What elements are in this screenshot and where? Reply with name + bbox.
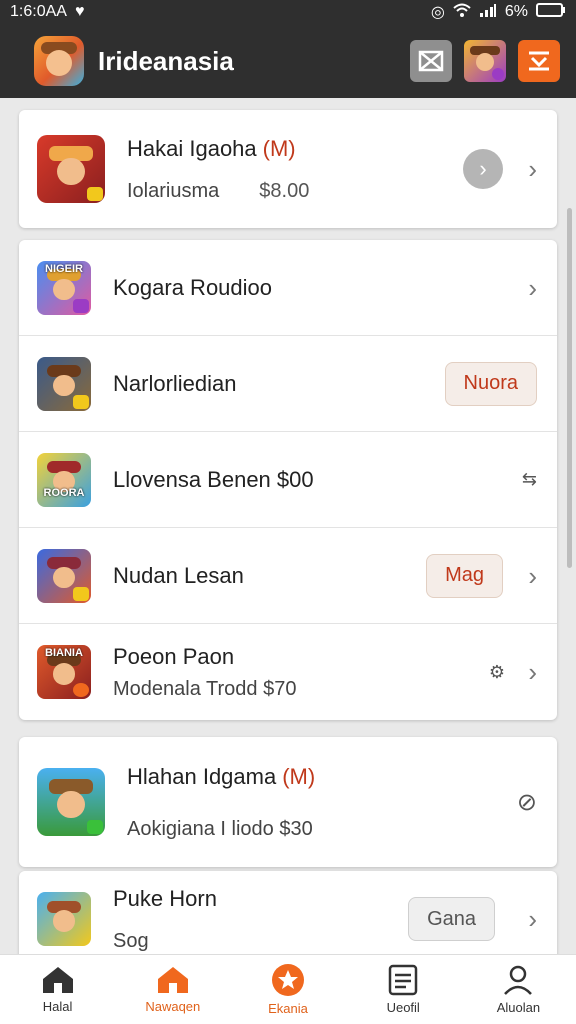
list-item[interactable]: NIGEIR Kogara Roudioo › [19,240,557,336]
heart-icon: ♥ [74,3,85,20]
game-thumbnail [37,892,91,946]
nav-item-halal[interactable]: Halal [0,955,115,1024]
item-title: Hlahan Idgama (M) [127,763,316,789]
nav-label: Ueofil [386,1000,420,1015]
app-logo [34,36,84,86]
app-title: Irideanasia [98,45,234,76]
block-icon[interactable]: ⊘ [517,788,537,817]
nav-item-aluolan[interactable]: Aluolan [461,955,576,1024]
chevron-right-icon[interactable]: › [528,659,537,685]
nav-label: Ekania [268,1001,308,1016]
share-icon[interactable]: ⇆ [522,469,537,490]
scrollbar[interactable] [567,208,572,568]
item-subtitle: Modenala Trodd $70 [113,677,297,700]
item-subtitle: Aokigiana I liodo $30 [127,817,313,840]
featured-card[interactable]: Hakai Igaoha (M) Iolariusma $8.00 › › [19,110,557,228]
item-title: Kogara Roudioo [113,274,273,300]
nav-label: Aluolan [496,1000,541,1015]
home-icon [157,967,188,993]
item-tag: (M) [282,763,316,789]
game-thumbnail [37,768,105,836]
chevron-right-icon[interactable]: › [528,275,537,301]
item-price: $8.00 [259,179,310,202]
open-button[interactable]: › [463,149,503,189]
chevron-right-icon[interactable]: › [528,156,537,182]
star-icon [272,964,304,996]
signal-icon [479,3,497,22]
alarm-icon: ◎ [430,4,445,21]
mail-icon [418,50,444,72]
game-thumbnail: BIANIA [37,645,91,699]
list-item[interactable]: Hakai Igaoha (M) Iolariusma $8.00 › › [19,110,557,228]
list-item[interactable]: Nudan Lesan Mag › [19,528,557,624]
item-title: Llovensa Benen $00 [113,466,314,492]
game-thumbnail: NIGEIR [37,260,91,315]
list-item[interactable]: BIANIA Poeon Paon Modenala Trodd $70 ⚙ › [19,624,557,720]
app-list: Hakai Igaoha (M) Iolariusma $8.00 › › NIGE… [0,98,576,954]
status-time: 1:6:0AA [10,3,67,20]
game-thumbnail: ROORA [37,452,91,507]
sort-icon [529,51,549,71]
list-item[interactable]: Puke Horn Sog Gana › [19,871,557,954]
nav-label: Nawaqen [145,999,201,1014]
menu-button[interactable] [518,40,560,82]
nav-item-ueofil[interactable]: Ueofil [346,955,461,1024]
featured-card[interactable]: Hlahan Idgama (M) Aokigiana I liodo $30 ⊘ [19,737,557,867]
item-tag: (M) [262,135,296,161]
nav-label: Halal [42,999,73,1014]
game-thumbnail [37,548,91,603]
chevron-right-icon: › [479,156,487,181]
wifi-icon [453,3,471,22]
home-icon [42,967,73,993]
chevron-right-icon[interactable]: › [528,906,537,932]
game-thumbnail [37,356,91,411]
list-item[interactable]: Hlahan Idgama (M) Aokigiana I liodo $30 ⊘ [19,737,557,867]
settings-gear-icon[interactable]: ⚙ [489,662,505,683]
avatar-icon [470,46,504,80]
bottom-navigation: Halal Nawaqen Ekania Ueofil Aluolan [0,954,576,1024]
list-item[interactable]: Narlorliedian Nuora [19,336,557,432]
person-icon [504,965,533,995]
list-item[interactable]: ROORA Llovensa Benen $00 ⇆ [19,432,557,528]
game-thumbnail [37,135,105,203]
mail-button[interactable] [410,40,452,82]
profile-avatar-button[interactable] [464,40,506,82]
nav-item-ekania[interactable]: Ekania [230,955,345,1024]
battery-icon [536,2,566,22]
action-button[interactable]: Nuora [444,361,537,406]
item-subtitle: Sog [113,929,149,952]
nav-item-nawaqen[interactable]: Nawaqen [115,955,230,1024]
action-button[interactable]: Mag [426,553,503,598]
game-list-card: NIGEIR Kogara Roudioo › Narlorliedian Nu… [19,240,557,720]
status-bar: 1:6:0AA ♥ ◎ 6% [0,0,576,24]
app-bar: Irideanasia [0,24,576,98]
game-list-card: Puke Horn Sog Gana › [19,871,557,954]
document-icon [388,964,418,996]
action-button[interactable]: Gana [408,897,495,941]
item-subtitle: Iolariusma [127,179,220,202]
chevron-right-icon[interactable]: › [528,563,537,589]
battery-percent: 6% [504,3,528,20]
